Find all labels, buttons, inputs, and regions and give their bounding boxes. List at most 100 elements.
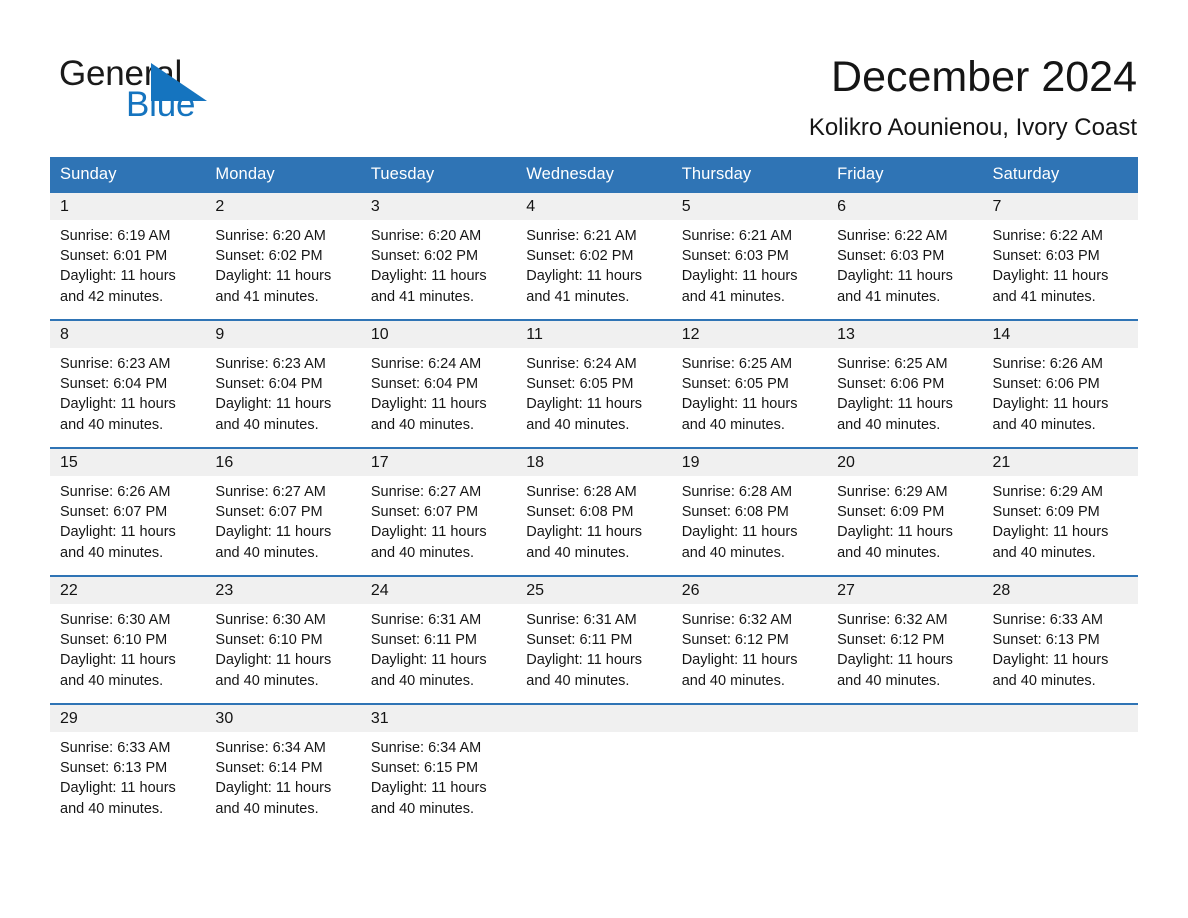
sunset-text: Sunset: 6:07 PM	[60, 504, 168, 521]
day-cell[interactable]: 17 Sunrise: 6:27 AM Sunset: 6:07 PM Dayl…	[360, 447, 517, 576]
sunset-text: Sunset: 6:07 PM	[215, 504, 323, 521]
sunrise-text: Sunrise: 6:20 AM	[370, 228, 482, 244]
daylight-text: Daylight: 11 hours and 40 minutes.	[837, 652, 953, 689]
day-cell-empty	[827, 703, 983, 823]
sunrise-text: Sunrise: 6:30 AM	[60, 612, 171, 628]
daylight-text: Daylight: 11 hours and 40 minutes.	[215, 524, 332, 561]
day-number: 31	[360, 705, 517, 732]
sunrise-text: Sunrise: 6:21 AM	[526, 228, 637, 244]
day-details: Sunrise: 6:31 AM Sunset: 6:11 PM Dayligh…	[361, 604, 516, 691]
daylight-text: Daylight: 11 hours and 40 minutes.	[60, 524, 176, 561]
day-cell[interactable]: 19 Sunrise: 6:28 AM Sunset: 6:08 PM Dayl…	[671, 447, 828, 576]
calendar-week-row: 29 Sunrise: 6:33 AM Sunset: 6:13 PM Dayl…	[50, 703, 1138, 823]
day-cell[interactable]: 11 Sunrise: 6:24 AM Sunset: 6:05 PM Dayl…	[516, 319, 672, 448]
sunset-text: Sunset: 6:10 PM	[60, 632, 168, 649]
day-details: Sunrise: 6:22 AM Sunset: 6:03 PM Dayligh…	[827, 220, 982, 307]
day-cell[interactable]: 9 Sunrise: 6:23 AM Sunset: 6:04 PM Dayli…	[205, 319, 361, 448]
day-details: Sunrise: 6:30 AM Sunset: 6:10 PM Dayligh…	[50, 604, 205, 691]
day-cell[interactable]: 4 Sunrise: 6:21 AM Sunset: 6:02 PM Dayli…	[516, 193, 672, 320]
day-cell[interactable]: 30 Sunrise: 6:34 AM Sunset: 6:14 PM Dayl…	[205, 703, 361, 823]
day-number: 5	[671, 193, 828, 220]
daylight-text: Daylight: 11 hours and 40 minutes.	[526, 524, 643, 561]
day-number: 27	[827, 577, 983, 604]
day-details: Sunrise: 6:27 AM Sunset: 6:07 PM Dayligh…	[361, 476, 516, 563]
day-number: 3	[360, 193, 517, 220]
day-cell[interactable]: 31 Sunrise: 6:34 AM Sunset: 6:15 PM Dayl…	[360, 703, 517, 823]
brand-logo[interactable]: General Blue	[59, 55, 319, 135]
day-cell[interactable]: 12 Sunrise: 6:25 AM Sunset: 6:05 PM Dayl…	[671, 319, 828, 448]
daylight-text: Daylight: 11 hours and 40 minutes.	[370, 652, 487, 689]
day-cell[interactable]: 28 Sunrise: 6:33 AM Sunset: 6:13 PM Dayl…	[982, 575, 1138, 704]
daylight-text: Daylight: 11 hours and 41 minutes.	[837, 268, 953, 305]
day-details: Sunrise: 6:29 AM Sunset: 6:09 PM Dayligh…	[983, 476, 1138, 563]
day-cell[interactable]: 24 Sunrise: 6:31 AM Sunset: 6:11 PM Dayl…	[360, 575, 517, 704]
day-cell[interactable]: 27 Sunrise: 6:32 AM Sunset: 6:12 PM Dayl…	[827, 575, 983, 704]
calendar-week-row: 15 Sunrise: 6:26 AM Sunset: 6:07 PM Dayl…	[50, 447, 1138, 576]
sunrise-text: Sunrise: 6:34 AM	[370, 740, 482, 756]
day-cell[interactable]: 6 Sunrise: 6:22 AM Sunset: 6:03 PM Dayli…	[827, 193, 983, 320]
day-cell[interactable]: 13 Sunrise: 6:25 AM Sunset: 6:06 PM Dayl…	[827, 319, 983, 448]
sunrise-text: Sunrise: 6:20 AM	[215, 228, 326, 244]
sunrise-text: Sunrise: 6:34 AM	[215, 740, 326, 756]
day-number: 1	[50, 193, 206, 220]
day-number: 14	[982, 321, 1138, 348]
day-number: 20	[827, 449, 983, 476]
day-cell[interactable]: 23 Sunrise: 6:30 AM Sunset: 6:10 PM Dayl…	[205, 575, 361, 704]
day-number: 9	[205, 321, 361, 348]
day-number: 2	[205, 193, 361, 220]
day-cell[interactable]: 21 Sunrise: 6:29 AM Sunset: 6:09 PM Dayl…	[982, 447, 1138, 576]
day-details: Sunrise: 6:30 AM Sunset: 6:10 PM Dayligh…	[205, 604, 360, 691]
sunset-text: Sunset: 6:03 PM	[681, 248, 789, 265]
day-details: Sunrise: 6:23 AM Sunset: 6:04 PM Dayligh…	[50, 348, 205, 435]
day-cell[interactable]: 15 Sunrise: 6:26 AM Sunset: 6:07 PM Dayl…	[50, 447, 206, 576]
day-cell[interactable]: 22 Sunrise: 6:30 AM Sunset: 6:10 PM Dayl…	[50, 575, 206, 704]
day-number: 17	[360, 449, 517, 476]
day-cell[interactable]: 8 Sunrise: 6:23 AM Sunset: 6:04 PM Dayli…	[50, 319, 206, 448]
day-cell[interactable]: 18 Sunrise: 6:28 AM Sunset: 6:08 PM Dayl…	[516, 447, 672, 576]
daylight-text: Daylight: 11 hours and 41 minutes.	[681, 268, 798, 305]
day-details: Sunrise: 6:32 AM Sunset: 6:12 PM Dayligh…	[827, 604, 982, 691]
daylight-text: Daylight: 11 hours and 40 minutes.	[992, 396, 1109, 433]
calendar-header-row: Sunday Monday Tuesday Wednesday Thursday…	[50, 157, 1138, 193]
day-details: Sunrise: 6:33 AM Sunset: 6:13 PM Dayligh…	[50, 732, 205, 819]
weekday-header-friday: Friday	[827, 157, 983, 193]
day-cell[interactable]: 16 Sunrise: 6:27 AM Sunset: 6:07 PM Dayl…	[205, 447, 361, 576]
page-header: General Blue December 2024 Kolikro Aouni…	[0, 0, 1188, 150]
day-cell[interactable]: 10 Sunrise: 6:24 AM Sunset: 6:04 PM Dayl…	[360, 319, 517, 448]
day-cell[interactable]: 7 Sunrise: 6:22 AM Sunset: 6:03 PM Dayli…	[982, 193, 1138, 320]
day-details: Sunrise: 6:20 AM Sunset: 6:02 PM Dayligh…	[361, 220, 516, 307]
sunrise-text: Sunrise: 6:21 AM	[681, 228, 793, 244]
weekday-header-tuesday: Tuesday	[360, 157, 517, 193]
day-cell[interactable]: 14 Sunrise: 6:26 AM Sunset: 6:06 PM Dayl…	[982, 319, 1138, 448]
day-cell[interactable]: 1 Sunrise: 6:19 AM Sunset: 6:01 PM Dayli…	[50, 193, 206, 320]
sunset-text: Sunset: 6:01 PM	[60, 248, 168, 265]
day-cell[interactable]: 29 Sunrise: 6:33 AM Sunset: 6:13 PM Dayl…	[50, 703, 206, 823]
day-details: Sunrise: 6:25 AM Sunset: 6:06 PM Dayligh…	[827, 348, 982, 435]
daylight-text: Daylight: 11 hours and 40 minutes.	[215, 652, 332, 689]
day-details: Sunrise: 6:21 AM Sunset: 6:03 PM Dayligh…	[672, 220, 827, 307]
sunset-text: Sunset: 6:14 PM	[215, 760, 323, 777]
day-number: 23	[205, 577, 361, 604]
sunset-text: Sunset: 6:04 PM	[215, 376, 323, 393]
daylight-text: Daylight: 11 hours and 40 minutes.	[370, 396, 487, 433]
sunrise-text: Sunrise: 6:29 AM	[837, 484, 948, 500]
day-number: 16	[205, 449, 361, 476]
sunrise-text: Sunrise: 6:19 AM	[60, 228, 171, 244]
sunset-text: Sunset: 6:04 PM	[370, 376, 479, 393]
daylight-text: Daylight: 11 hours and 40 minutes.	[681, 524, 798, 561]
sunrise-text: Sunrise: 6:30 AM	[215, 612, 326, 628]
day-cell[interactable]: 3 Sunrise: 6:20 AM Sunset: 6:02 PM Dayli…	[360, 193, 517, 320]
weekday-header-thursday: Thursday	[671, 157, 828, 193]
day-cell[interactable]: 2 Sunrise: 6:20 AM Sunset: 6:02 PM Dayli…	[205, 193, 361, 320]
sunset-text: Sunset: 6:03 PM	[992, 248, 1100, 265]
day-cell[interactable]: 5 Sunrise: 6:21 AM Sunset: 6:03 PM Dayli…	[671, 193, 828, 320]
day-cell[interactable]: 25 Sunrise: 6:31 AM Sunset: 6:11 PM Dayl…	[516, 575, 672, 704]
sunrise-text: Sunrise: 6:25 AM	[681, 356, 793, 372]
day-cell[interactable]: 20 Sunrise: 6:29 AM Sunset: 6:09 PM Dayl…	[827, 447, 983, 576]
day-cell[interactable]: 26 Sunrise: 6:32 AM Sunset: 6:12 PM Dayl…	[671, 575, 828, 704]
sunrise-text: Sunrise: 6:31 AM	[526, 612, 637, 628]
sunrise-text: Sunrise: 6:28 AM	[526, 484, 637, 500]
day-number: 8	[50, 321, 206, 348]
sunset-text: Sunset: 6:15 PM	[370, 760, 479, 777]
sunrise-text: Sunrise: 6:27 AM	[370, 484, 482, 500]
